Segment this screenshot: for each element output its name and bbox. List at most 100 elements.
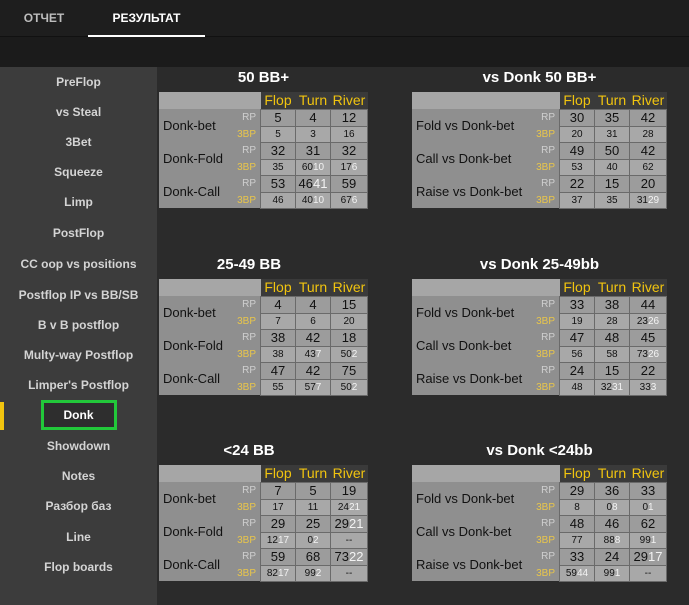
stat-cell[interactable]: 56 <box>559 345 595 363</box>
stat-cell[interactable]: 30 <box>559 108 595 127</box>
stat-cell[interactable]: 7322 <box>330 547 368 566</box>
stat-cell[interactable]: 42 <box>295 328 331 347</box>
stat-cell[interactable]: 35 <box>594 108 630 127</box>
sidebar-item-vs-steal[interactable]: vs Steal <box>0 97 157 127</box>
stat-cell[interactable]: 7 <box>260 312 296 330</box>
stat-cell[interactable]: 38 <box>260 345 296 363</box>
stat-cell[interactable]: -- <box>330 564 368 582</box>
stat-cell[interactable]: 29 <box>559 481 595 500</box>
stat-cell[interactable]: 24 <box>594 547 630 566</box>
stat-cell[interactable]: 2917 <box>629 547 667 566</box>
stat-cell[interactable]: 2921 <box>330 514 368 533</box>
stat-cell[interactable]: 33 <box>559 295 595 314</box>
tab-result[interactable]: РЕЗУЛЬТАТ <box>88 0 205 37</box>
stat-cell[interactable]: 991 <box>629 531 667 549</box>
stat-cell[interactable]: 5 <box>295 481 331 500</box>
stat-cell[interactable]: 3129 <box>629 191 667 209</box>
stat-cell[interactable]: 08 <box>594 498 630 516</box>
stat-cell[interactable]: 502 <box>330 345 368 363</box>
stat-cell[interactable]: 17 <box>260 498 296 516</box>
sidebar-item-showdown[interactable]: Showdown <box>0 431 157 461</box>
stat-cell[interactable]: 5 <box>260 108 296 127</box>
stat-cell[interactable]: 4010 <box>295 191 331 209</box>
stat-cell[interactable]: 32 <box>260 141 296 160</box>
stat-cell[interactable]: 6 <box>295 312 331 330</box>
stat-cell[interactable]: -- <box>330 531 368 549</box>
stat-cell[interactable]: 5944 <box>559 564 595 582</box>
stat-cell[interactable]: 3231 <box>594 378 630 396</box>
stat-cell[interactable]: 7326 <box>629 345 667 363</box>
stat-cell[interactable]: 6010 <box>295 158 331 176</box>
sidebar-item-limper-s-postflop[interactable]: Limper's Postflop <box>0 370 157 400</box>
stat-cell[interactable]: 37 <box>559 191 595 209</box>
stat-cell[interactable]: 16 <box>330 125 368 143</box>
sidebar-item-разбор-баз[interactable]: Разбор баз <box>0 491 157 521</box>
stat-cell[interactable]: 577 <box>295 378 331 396</box>
stat-cell[interactable]: 40 <box>594 158 630 176</box>
stat-cell[interactable]: 38 <box>260 328 296 347</box>
stat-cell[interactable]: 18 <box>330 328 368 347</box>
stat-cell[interactable]: 59 <box>260 547 296 566</box>
stat-cell[interactable]: 45 <box>629 328 667 347</box>
stat-cell[interactable]: 47 <box>260 361 296 380</box>
stat-cell[interactable]: 29 <box>260 514 296 533</box>
stat-cell[interactable]: 48 <box>594 328 630 347</box>
stat-cell[interactable]: 33 <box>559 547 595 566</box>
stat-cell[interactable]: 59 <box>330 174 368 193</box>
stat-cell[interactable]: 01 <box>629 498 667 516</box>
stat-cell[interactable]: 4641 <box>295 174 331 193</box>
stat-cell[interactable]: 8217 <box>260 564 296 582</box>
stat-cell[interactable]: 22 <box>559 174 595 193</box>
stat-cell[interactable]: 55 <box>260 378 296 396</box>
stat-cell[interactable]: 49 <box>559 141 595 160</box>
stat-cell[interactable]: 46 <box>260 191 296 209</box>
sidebar-item-limp[interactable]: Limp <box>0 187 157 217</box>
stat-cell[interactable]: 33 <box>629 481 667 500</box>
stat-cell[interactable]: 15 <box>594 361 630 380</box>
stat-cell[interactable]: 48 <box>559 514 595 533</box>
sidebar-item-donk[interactable]: Donk <box>0 400 157 430</box>
stat-cell[interactable]: 48 <box>559 378 595 396</box>
stat-cell[interactable]: 77 <box>559 531 595 549</box>
stat-cell[interactable]: 15 <box>330 295 368 314</box>
stat-cell[interactable]: 28 <box>594 312 630 330</box>
stat-cell[interactable]: 75 <box>330 361 368 380</box>
stat-cell[interactable]: 12 <box>330 108 368 127</box>
stat-cell[interactable]: 36 <box>594 481 630 500</box>
stat-cell[interactable]: 35 <box>594 191 630 209</box>
sidebar-item-notes[interactable]: Notes <box>0 461 157 491</box>
stat-cell[interactable]: 20 <box>629 174 667 193</box>
stat-cell[interactable]: 31 <box>594 125 630 143</box>
stat-cell[interactable]: 888 <box>594 531 630 549</box>
sidebar-item-line[interactable]: Line <box>0 522 157 552</box>
stat-cell[interactable]: 5 <box>260 125 296 143</box>
stat-cell[interactable]: 2326 <box>629 312 667 330</box>
stat-cell[interactable]: 35 <box>260 158 296 176</box>
stat-cell[interactable]: 176 <box>330 158 368 176</box>
sidebar-item-squeeze[interactable]: Squeeze <box>0 157 157 187</box>
stat-cell[interactable]: 24 <box>559 361 595 380</box>
stat-cell[interactable]: 19 <box>330 481 368 500</box>
sidebar-item-preflop[interactable]: PreFlop <box>0 67 157 97</box>
sidebar-item-postflop[interactable]: PostFlop <box>0 218 157 248</box>
stat-cell[interactable]: 502 <box>330 378 368 396</box>
stat-cell[interactable]: 333 <box>629 378 667 396</box>
stat-cell[interactable]: 38 <box>594 295 630 314</box>
sidebar-item-b-v-b-postflop[interactable]: B v B postflop <box>0 310 157 340</box>
stat-cell[interactable]: 28 <box>629 125 667 143</box>
stat-cell[interactable]: 42 <box>629 108 667 127</box>
stat-cell[interactable]: 68 <box>295 547 331 566</box>
stat-cell[interactable]: 8 <box>559 498 595 516</box>
stat-cell[interactable]: 2421 <box>330 498 368 516</box>
stat-cell[interactable]: 25 <box>295 514 331 533</box>
stat-cell[interactable]: 4 <box>260 295 296 314</box>
stat-cell[interactable]: 1217 <box>260 531 296 549</box>
stat-cell[interactable]: 4 <box>295 295 331 314</box>
stat-cell[interactable]: 20 <box>330 312 368 330</box>
tab-report[interactable]: ОТЧЕТ <box>8 0 80 37</box>
stat-cell[interactable]: 62 <box>629 158 667 176</box>
stat-cell[interactable]: 42 <box>629 141 667 160</box>
stat-cell[interactable]: 50 <box>594 141 630 160</box>
stat-cell[interactable]: 46 <box>594 514 630 533</box>
stat-cell[interactable]: -- <box>629 564 667 582</box>
